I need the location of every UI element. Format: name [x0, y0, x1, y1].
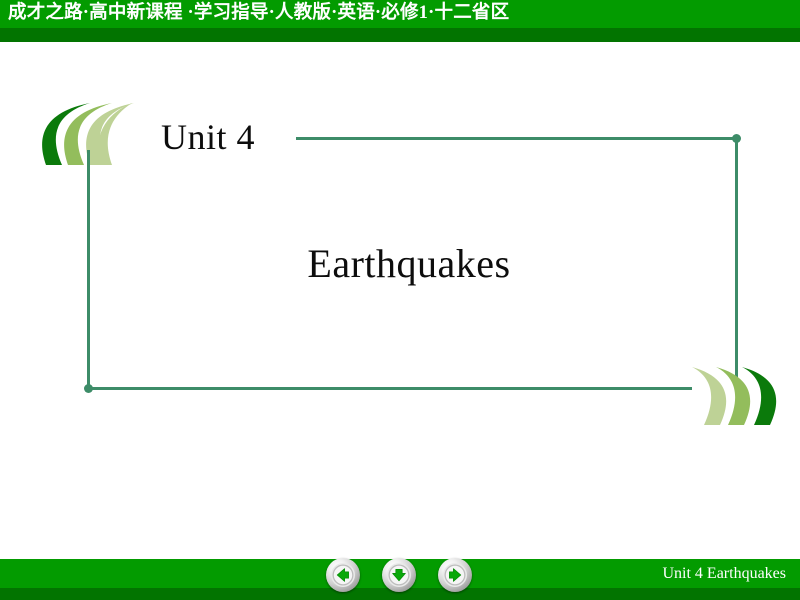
frame-line-bottom [88, 387, 692, 390]
next-animation-button[interactable] [382, 558, 416, 592]
previous-slide-button[interactable] [326, 558, 360, 592]
arrow-right-icon [443, 563, 467, 587]
footer-slide-label: Unit 4 Earthquakes [662, 565, 786, 582]
unit-label: Unit 4 [161, 117, 256, 157]
page-title: Earthquakes [0, 240, 800, 287]
frame-line-top [296, 137, 738, 140]
arrow-left-icon [331, 563, 355, 587]
next-slide-button[interactable] [438, 558, 472, 592]
header-bar: 成才之路·高中新课程 ·学习指导·人教版·英语·必修1·十二省区 [0, 0, 800, 42]
page-title-text: Earthquakes [307, 241, 511, 286]
frame-corner-dot-bottom-left [84, 384, 93, 393]
header-title: 成才之路·高中新课程 ·学习指导·人教版·英语·必修1·十二省区 [8, 3, 510, 23]
slide-navigation [326, 558, 476, 594]
arrow-down-icon [387, 563, 411, 587]
slide-canvas: 成才之路·高中新课程 ·学习指导·人教版·英语·必修1·十二省区 Unit 4 … [0, 0, 800, 600]
header-dark-band [0, 28, 800, 42]
triple-crescent-left-icon [36, 101, 150, 167]
frame-corner-dot-top-right [732, 134, 741, 143]
triple-crescent-right-icon [688, 366, 792, 426]
